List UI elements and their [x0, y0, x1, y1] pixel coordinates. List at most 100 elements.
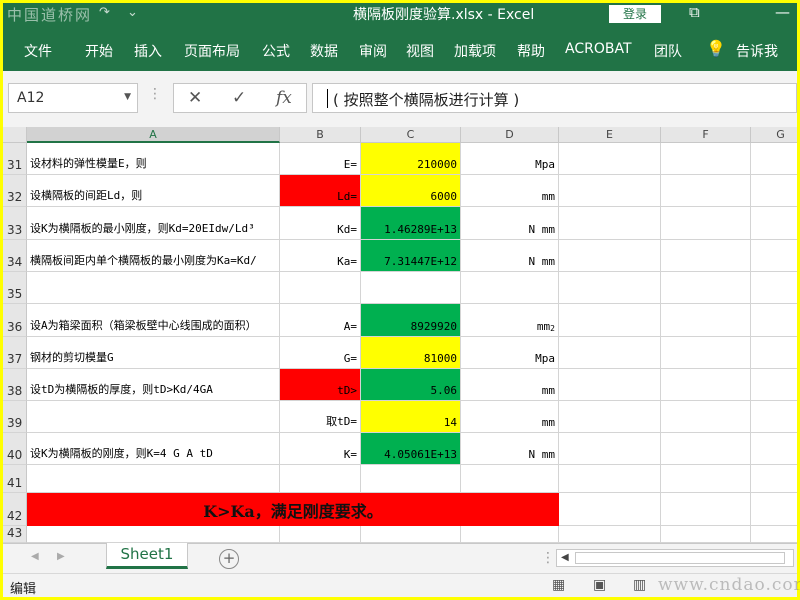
- cell-a35[interactable]: [27, 272, 280, 304]
- row-header-36[interactable]: 36: [3, 304, 27, 337]
- conclusion-banner[interactable]: K>Ka，满足刚度要求。: [27, 493, 559, 526]
- cell-b38[interactable]: tD>: [280, 369, 361, 401]
- cell-a36[interactable]: 设A为箱梁面积（箱梁板壁中心线围成的面积）: [27, 304, 280, 337]
- add-sheet-button[interactable]: +: [219, 549, 239, 569]
- cell-d35[interactable]: [461, 272, 559, 304]
- cell-e39[interactable]: [559, 401, 661, 433]
- insert-function-icon[interactable]: fx: [276, 88, 292, 108]
- cell-g35[interactable]: [751, 272, 797, 304]
- splitter-handle-icon[interactable]: ⋮: [541, 550, 555, 566]
- formula-input[interactable]: ( 按照整个横隔板进行计算 ): [312, 83, 797, 113]
- cell-e40[interactable]: [559, 433, 661, 465]
- cell-a38[interactable]: 设tD为横隔板的厚度，则tD>Kd/4GA: [27, 369, 280, 401]
- cell-e43[interactable]: [559, 526, 661, 543]
- select-all-corner[interactable]: [3, 127, 27, 143]
- cell-g38[interactable]: [751, 369, 797, 401]
- cell-g34[interactable]: [751, 240, 797, 272]
- cell-d43[interactable]: [461, 526, 559, 543]
- cell-b34[interactable]: Ka=: [280, 240, 361, 272]
- sheet-tab-sheet1[interactable]: Sheet1: [106, 543, 188, 569]
- name-box[interactable]: A12 ▼: [8, 83, 138, 113]
- cell-b41[interactable]: [280, 465, 361, 493]
- row-header-41[interactable]: 41: [3, 465, 27, 493]
- column-header-d[interactable]: D: [461, 127, 559, 143]
- cell-f37[interactable]: [661, 337, 751, 369]
- row-header-34[interactable]: 34: [3, 240, 27, 272]
- cell-a39[interactable]: [27, 401, 280, 433]
- redo-icon[interactable]: ↷: [99, 5, 110, 20]
- cell-e42[interactable]: [559, 493, 661, 526]
- cell-c35[interactable]: [361, 272, 461, 304]
- tab-add-ins[interactable]: 加载项: [454, 41, 496, 61]
- cell-f42[interactable]: [661, 493, 751, 526]
- tab-help[interactable]: 帮助: [517, 41, 545, 61]
- row-header-35[interactable]: 35: [3, 272, 27, 304]
- cell-f36[interactable]: [661, 304, 751, 337]
- customize-toolbar-icon[interactable]: ⌄: [127, 5, 138, 20]
- cell-d41[interactable]: [461, 465, 559, 493]
- worksheet-grid[interactable]: A B C D E F G 31 设材料的弹性模量E，则 E= 210000 M…: [3, 127, 797, 543]
- scroll-sheets-right-icon[interactable]: ▶: [57, 551, 65, 562]
- cell-f33[interactable]: [661, 207, 751, 240]
- cell-a32[interactable]: 设横隔板的间距Ld，则: [27, 175, 280, 207]
- scroll-sheets-left-icon[interactable]: ◀: [31, 551, 39, 562]
- column-header-c[interactable]: C: [361, 127, 461, 143]
- cell-d40[interactable]: N mm: [461, 433, 559, 465]
- tab-formulas[interactable]: 公式: [262, 41, 290, 61]
- cell-c34[interactable]: 7.31447E+12: [361, 240, 461, 272]
- cell-a41[interactable]: [27, 465, 280, 493]
- cell-a43[interactable]: [27, 526, 280, 543]
- cell-c43[interactable]: [361, 526, 461, 543]
- cell-f32[interactable]: [661, 175, 751, 207]
- cell-b36[interactable]: A=: [280, 304, 361, 337]
- cell-d36[interactable]: mm 2: [461, 304, 559, 337]
- row-header-42[interactable]: 42: [3, 493, 27, 526]
- cell-f38[interactable]: [661, 369, 751, 401]
- cell-e36[interactable]: [559, 304, 661, 337]
- login-button[interactable]: 登录: [609, 5, 661, 23]
- tab-file[interactable]: 文件: [24, 41, 52, 61]
- column-header-a[interactable]: A: [27, 127, 280, 143]
- cell-g31[interactable]: [751, 143, 797, 175]
- cell-e32[interactable]: [559, 175, 661, 207]
- cell-c41[interactable]: [361, 465, 461, 493]
- tab-data[interactable]: 数据: [310, 41, 338, 61]
- cell-a37[interactable]: 钢材的剪切模量G: [27, 337, 280, 369]
- cell-c31[interactable]: 210000: [361, 143, 461, 175]
- cell-f35[interactable]: [661, 272, 751, 304]
- cell-b31[interactable]: E=: [280, 143, 361, 175]
- cell-e37[interactable]: [559, 337, 661, 369]
- tab-acrobat[interactable]: ACROBAT: [565, 41, 632, 57]
- cell-e38[interactable]: [559, 369, 661, 401]
- column-header-b[interactable]: B: [280, 127, 361, 143]
- cell-a34[interactable]: 横隔板间距内单个横隔板的最小刚度为Ka=Kd/: [27, 240, 280, 272]
- cell-d33[interactable]: N mm: [461, 207, 559, 240]
- cell-b32[interactable]: Ld=: [280, 175, 361, 207]
- column-header-g[interactable]: G: [751, 127, 797, 143]
- page-layout-view-icon[interactable]: ▣: [593, 577, 606, 593]
- cell-a40[interactable]: 设K为横隔板的刚度，则K=4 G A tD: [27, 433, 280, 465]
- cell-d31[interactable]: Mpa: [461, 143, 559, 175]
- tab-view[interactable]: 视图: [406, 41, 434, 61]
- cell-f40[interactable]: [661, 433, 751, 465]
- minimize-icon[interactable]: —: [775, 3, 790, 21]
- cell-a31[interactable]: 设材料的弹性模量E，则: [27, 143, 280, 175]
- cell-g36[interactable]: [751, 304, 797, 337]
- cell-b43[interactable]: [280, 526, 361, 543]
- cell-e34[interactable]: [559, 240, 661, 272]
- cell-d38[interactable]: mm: [461, 369, 559, 401]
- column-header-f[interactable]: F: [661, 127, 751, 143]
- cell-d32[interactable]: mm: [461, 175, 559, 207]
- tell-me-search[interactable]: 告诉我: [736, 41, 778, 61]
- cell-c39[interactable]: 14: [361, 401, 461, 433]
- row-header-40[interactable]: 40: [3, 433, 27, 465]
- column-header-e[interactable]: E: [559, 127, 661, 143]
- ribbon-display-options-icon[interactable]: ⧉: [689, 3, 700, 21]
- row-header-32[interactable]: 32: [3, 175, 27, 207]
- cell-d39[interactable]: mm: [461, 401, 559, 433]
- cell-c37[interactable]: 81000: [361, 337, 461, 369]
- cell-c32[interactable]: 6000: [361, 175, 461, 207]
- cell-f31[interactable]: [661, 143, 751, 175]
- horizontal-scrollbar[interactable]: ◀: [556, 549, 794, 567]
- cell-c33[interactable]: 1.46289E+13: [361, 207, 461, 240]
